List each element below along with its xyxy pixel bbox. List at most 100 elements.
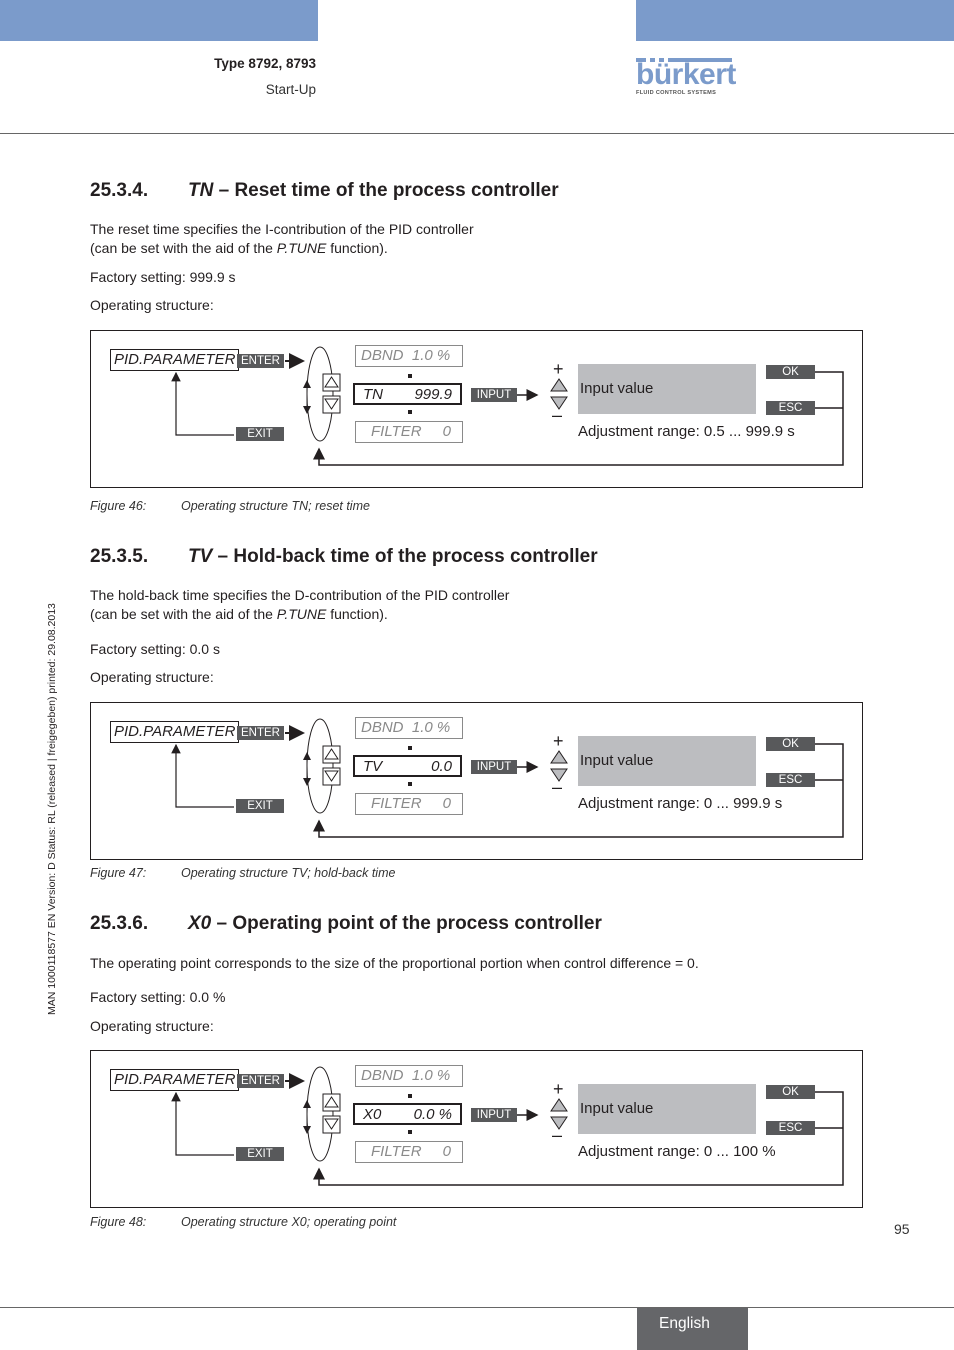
header-band-right bbox=[636, 0, 954, 41]
exit-key[interactable]: EXIT bbox=[236, 799, 284, 813]
figure-number: Figure 48: bbox=[90, 1215, 147, 1229]
enter-key[interactable]: ENTER bbox=[237, 354, 284, 368]
menu-item-current[interactable]: TN 999.9 bbox=[353, 383, 462, 405]
figure-number: Figure 46: bbox=[90, 499, 147, 513]
minus-sign: – bbox=[552, 777, 563, 797]
adjustment-range: Adjustment range: 0.5 ... 999.9 s bbox=[578, 423, 795, 440]
item-key: TN bbox=[363, 386, 383, 403]
item-value: 0.0 bbox=[431, 758, 452, 775]
menu-pid-parameter[interactable]: PID.PARAMETER bbox=[110, 721, 240, 743]
logo-wordmark: bürkert bbox=[636, 58, 736, 91]
menu-pid-parameter[interactable]: PID.PARAMETER bbox=[110, 349, 240, 371]
enter-key[interactable]: ENTER bbox=[237, 1074, 284, 1088]
parameter-symbol: X0 bbox=[188, 913, 212, 934]
esc-key[interactable]: ESC bbox=[766, 1121, 815, 1135]
section-number: 25.3.5. bbox=[90, 546, 149, 567]
section-number: 25.3.6. bbox=[90, 913, 149, 934]
factory-setting: Factory setting: 0.0 % bbox=[90, 989, 226, 1005]
figure-text: Operating structure TN; reset time bbox=[181, 499, 370, 513]
factory-setting: Factory setting: 0.0 s bbox=[90, 641, 220, 657]
ok-key[interactable]: OK bbox=[766, 1085, 815, 1099]
exit-return-line bbox=[171, 371, 234, 436]
section-number: 25.3.4. bbox=[90, 180, 149, 201]
menu-item-filter[interactable]: FILTER 0 bbox=[355, 421, 463, 443]
separator-dot bbox=[408, 374, 412, 378]
item-key: FILTER bbox=[371, 795, 422, 812]
section-title: – Operating point of the process control… bbox=[211, 913, 602, 934]
description-line: The hold-back time specifies the D-contr… bbox=[90, 587, 510, 603]
menu-cycle-ellipse bbox=[306, 346, 334, 442]
menu-item-dbnd[interactable]: DBND 1.0 % bbox=[355, 717, 463, 739]
description-line: (can be set with the aid of the P.TUNE f… bbox=[90, 606, 388, 622]
section-description: The hold-back time specifies the D-contr… bbox=[90, 586, 509, 624]
section-heading-tv: 25.3.5. TV – Hold-back time of the proces… bbox=[90, 546, 598, 568]
menu-item-dbnd[interactable]: DBND 1.0 % bbox=[355, 1065, 463, 1087]
item-key: X0 bbox=[363, 1106, 382, 1123]
separator-dot bbox=[408, 782, 412, 786]
menu-item-filter[interactable]: FILTER 0 bbox=[355, 1141, 463, 1163]
enter-key[interactable]: ENTER bbox=[237, 726, 284, 740]
document-status-note: MAN 1000118577 EN Version: D Status: RL … bbox=[46, 603, 58, 1015]
operating-structure-label: Operating structure: bbox=[90, 669, 214, 685]
increment-triangle-icon bbox=[550, 378, 568, 392]
menu-item-dbnd[interactable]: DBND 1.0 % bbox=[355, 345, 463, 367]
item-key: DBND bbox=[361, 719, 404, 736]
adjustment-range: Adjustment range: 0 ... 999.9 s bbox=[578, 795, 783, 812]
plus-sign: + bbox=[553, 359, 564, 379]
section-heading-x0: 25.3.6. X0 – Operating point of the proce… bbox=[90, 913, 602, 935]
exit-return-line bbox=[171, 1091, 234, 1156]
item-value: 0 bbox=[442, 1143, 451, 1160]
plus-sign: + bbox=[553, 1079, 564, 1099]
input-value-field[interactable]: Input value bbox=[578, 1084, 756, 1134]
input-value-field[interactable]: Input value bbox=[578, 736, 756, 786]
exit-key[interactable]: EXIT bbox=[236, 427, 284, 441]
menu-item-current[interactable]: TV 0.0 bbox=[353, 755, 462, 777]
input-value-field[interactable]: Input value bbox=[578, 364, 756, 414]
item-key: FILTER bbox=[371, 1143, 422, 1160]
increment-triangle-icon bbox=[550, 1098, 568, 1112]
menu-pid-parameter[interactable]: PID.PARAMETER bbox=[110, 1069, 240, 1091]
separator-dot bbox=[408, 410, 412, 414]
exit-key[interactable]: EXIT bbox=[236, 1147, 284, 1161]
section-description: The operating point corresponds to the s… bbox=[90, 955, 699, 971]
figure-caption: Figure 47: Operating structure TV; hold-b… bbox=[90, 866, 395, 880]
input-key[interactable]: INPUT bbox=[471, 388, 517, 402]
separator-dot bbox=[408, 746, 412, 750]
input-key[interactable]: INPUT bbox=[471, 760, 517, 774]
item-value: 1.0 % bbox=[411, 347, 451, 364]
operating-structure-diagram-x0: PID.PARAMETER ENTER EXIT DBND 1.0 % X0 0.0 % F… bbox=[90, 1050, 863, 1208]
item-value: 0.0 % bbox=[413, 1106, 452, 1123]
figure-caption: Figure 48: Operating structure X0; operat… bbox=[90, 1215, 396, 1229]
figure-number: Figure 47: bbox=[90, 866, 147, 880]
section-title: – Hold-back time of the process controll… bbox=[212, 546, 598, 567]
separator-dot bbox=[408, 1130, 412, 1134]
menu-item-filter[interactable]: FILTER 0 bbox=[355, 793, 463, 815]
item-value: 1.0 % bbox=[411, 1067, 451, 1084]
item-value: 0 bbox=[442, 423, 451, 440]
function-name: P.TUNE bbox=[276, 606, 327, 622]
chapter-name: Start-Up bbox=[265, 82, 316, 97]
ok-key[interactable]: OK bbox=[766, 737, 815, 751]
item-value: 1.0 % bbox=[411, 719, 451, 736]
item-key: DBND bbox=[361, 1067, 404, 1084]
menu-item-current[interactable]: X0 0.0 % bbox=[353, 1103, 462, 1125]
esc-key[interactable]: ESC bbox=[766, 773, 815, 787]
adjustment-range: Adjustment range: 0 ... 100 % bbox=[578, 1143, 776, 1160]
operating-structure-label: Operating structure: bbox=[90, 297, 214, 313]
brand-logo: bürkert FLUID CONTROL SYSTEMS bbox=[636, 58, 736, 96]
increment-triangle-icon bbox=[550, 750, 568, 764]
separator-dot bbox=[408, 1094, 412, 1098]
item-key: FILTER bbox=[371, 423, 422, 440]
function-name: P.TUNE bbox=[276, 240, 327, 256]
footer-divider bbox=[0, 1307, 954, 1308]
item-value: 0 bbox=[442, 795, 451, 812]
ok-key[interactable]: OK bbox=[766, 365, 815, 379]
item-key: DBND bbox=[361, 347, 404, 364]
parameter-symbol: TN bbox=[188, 180, 214, 201]
parameter-symbol: TV bbox=[188, 546, 213, 567]
input-key[interactable]: INPUT bbox=[471, 1108, 517, 1122]
logo-bars bbox=[636, 58, 732, 62]
header-divider bbox=[0, 133, 954, 134]
esc-key[interactable]: ESC bbox=[766, 401, 815, 415]
menu-cycle-ellipse bbox=[306, 718, 334, 814]
